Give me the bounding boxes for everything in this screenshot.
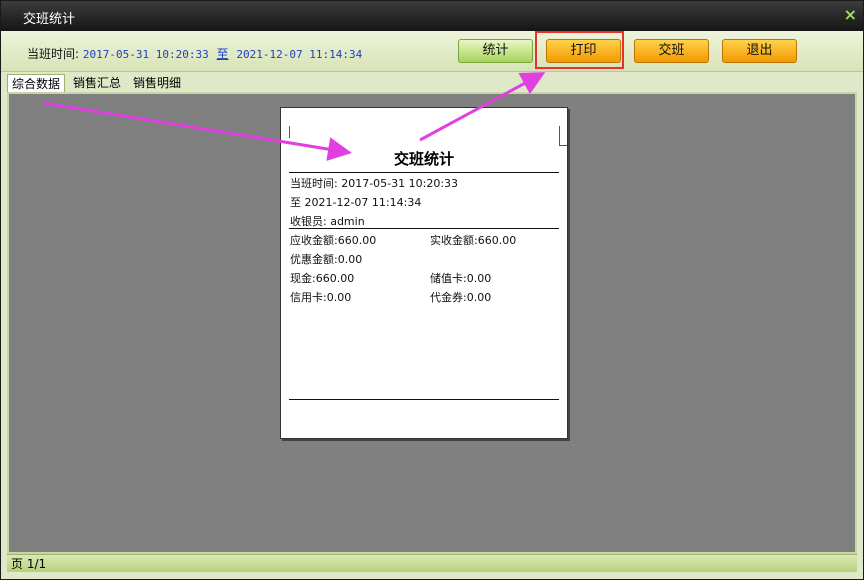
duty-time: 当班时间: 2017-05-31 10:20:33 至 2021-12-07 1… <box>27 45 362 62</box>
receipt-cash: 现金:660.00 <box>290 272 355 285</box>
exit-button[interactable]: 退出 <box>722 39 797 63</box>
receipt-to-line: 至 2021-12-07 11:14:34 <box>290 196 422 209</box>
title-bar: 交班统计 × <box>1 1 863 31</box>
receipt-discount: 优惠金额:0.00 <box>290 253 363 266</box>
close-icon[interactable]: × <box>844 5 857 24</box>
toolbar: 当班时间: 2017-05-31 10:20:33 至 2021-12-07 1… <box>1 31 863 72</box>
crop-mark-left <box>289 126 290 138</box>
print-button[interactable]: 打印 <box>546 39 621 63</box>
crop-mark-right-foot <box>559 145 567 146</box>
end-time: 2021-12-07 11:14:34 <box>236 48 363 61</box>
receipt-cashier: 收银员: admin <box>290 215 365 228</box>
tab-summary-data[interactable]: 综合数据 <box>7 74 66 93</box>
page-indicator: 页 1/1 <box>11 557 47 571</box>
window-title: 交班统计 <box>23 12 76 27</box>
tab-sales-summary[interactable]: 销售汇总 <box>69 74 125 92</box>
duty-time-label: 当班时间: <box>27 47 80 61</box>
handover-button[interactable]: 交班 <box>634 39 709 63</box>
status-bar: 页 1/1 <box>7 554 857 572</box>
stat-button[interactable]: 统计 <box>458 39 533 63</box>
receipt-preview: 交班统计 当班时间: 2017-05-31 10:20:33 至 2021-12… <box>280 107 568 439</box>
receipt-divider <box>289 399 559 400</box>
tab-sales-detail[interactable]: 销售明细 <box>129 74 185 92</box>
receipt-stored-card: 储值卡:0.00 <box>430 272 492 285</box>
receipt-voucher: 代金券:0.00 <box>430 291 492 304</box>
receipt-title: 交班统计 <box>393 150 454 168</box>
receipt-receivable: 应收金额:660.00 <box>290 234 377 247</box>
receipt-received: 实收金额:660.00 <box>430 234 517 247</box>
crop-mark-right <box>559 126 560 146</box>
start-time: 2017-05-31 10:20:33 <box>82 48 209 61</box>
receipt-duty-line: 当班时间: 2017-05-31 10:20:33 <box>290 177 459 190</box>
receipt-divider <box>289 172 559 173</box>
tab-bar: 综合数据 销售汇总 销售明细 <box>1 72 863 93</box>
receipt-divider <box>289 228 559 229</box>
receipt-credit-card: 信用卡:0.00 <box>290 291 352 304</box>
to-link[interactable]: 至 <box>217 47 229 61</box>
